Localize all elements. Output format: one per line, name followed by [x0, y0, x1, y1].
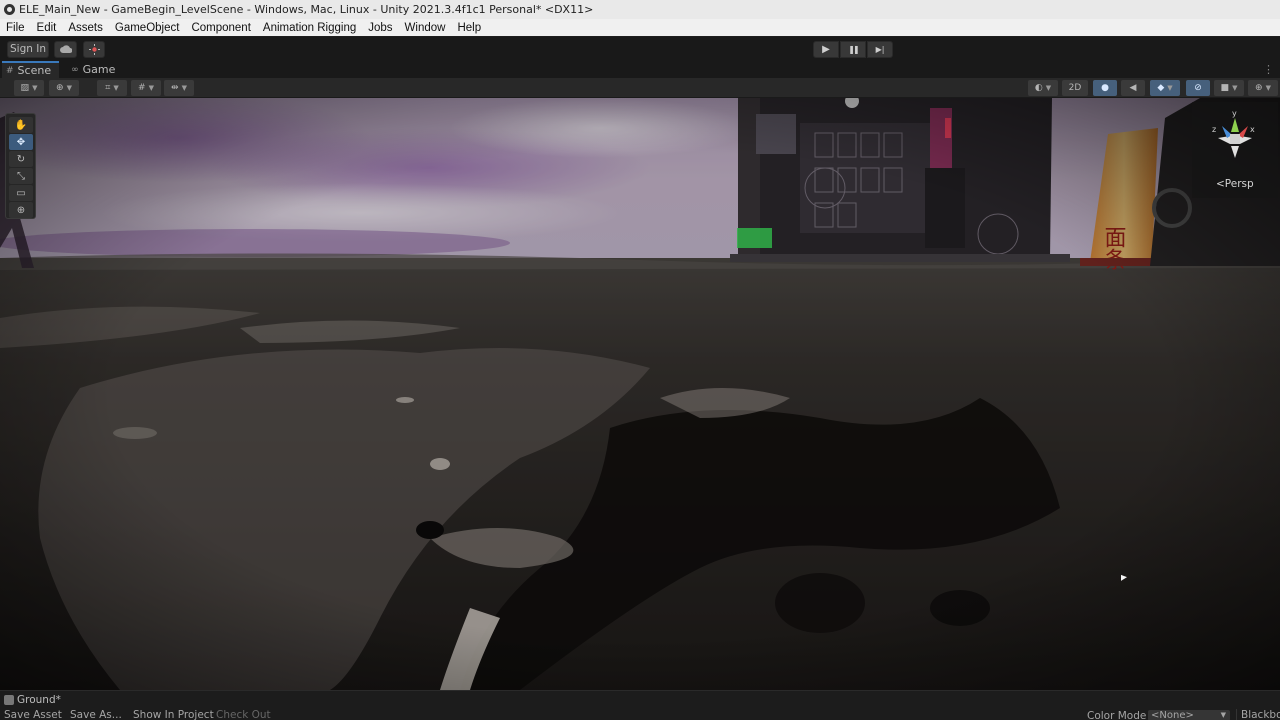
lighting-toggle[interactable]: ● — [1093, 80, 1117, 96]
scene-tab-icon: # — [6, 65, 14, 76]
y-axis-label: y — [1232, 109, 1237, 118]
step-icon: ▶| — [875, 44, 885, 54]
cloud-icon — [59, 45, 72, 53]
axis-gizmo-icon: y x z — [1212, 109, 1255, 158]
save-as-button[interactable]: Save As... — [70, 709, 122, 720]
color-mode-dropdown[interactable]: <None> ▼ — [1148, 710, 1230, 720]
menu-bar: File Edit Assets GameObject Component An… — [0, 19, 1280, 36]
menu-help[interactable]: Help — [451, 22, 487, 34]
menu-jobs[interactable]: Jobs — [362, 22, 398, 34]
inspector-title: Ground* — [4, 694, 61, 706]
more-options-icon[interactable]: ⋮ — [1263, 63, 1274, 76]
scene-viewport[interactable]: 面条 — [0, 98, 1280, 690]
scene-view-toolbar: ▨ ▼ ⊕ ▼ ⌗ ▼ # ▼ ⇹ ▼ ◐ ▼ 2D ● ◀ ◆ ▼ ⊘ ■ ▼ ⊕ ▼ — [0, 78, 1280, 98]
grid-icon: # — [138, 83, 146, 93]
show-in-project-button[interactable]: Show In Project — [133, 709, 214, 720]
effects-dropdown[interactable]: ◆ ▼ — [1150, 80, 1180, 96]
camera-dropdown[interactable]: ■ ▼ — [1214, 80, 1244, 96]
menu-assets[interactable]: Assets — [62, 22, 109, 34]
speaker-icon: ◀ — [1129, 83, 1137, 93]
scene-render: 面条 — [0, 98, 1280, 690]
play-icon: ▶ — [822, 43, 830, 55]
hidden-objects-toggle[interactable]: ⊘ — [1186, 80, 1210, 96]
check-out-button[interactable]: Check Out — [216, 709, 271, 720]
toggle-2d-button[interactable]: 2D — [1062, 80, 1088, 96]
snap-icon: ⇹ — [171, 83, 179, 93]
audio-toggle[interactable]: ◀ — [1121, 80, 1145, 96]
persp-toggle[interactable]: <Persp — [1216, 178, 1254, 190]
menu-window[interactable]: Window — [399, 22, 452, 34]
orientation-gizmo[interactable]: y x z <Persp — [1192, 102, 1278, 198]
hand-icon: ✋ — [14, 119, 28, 131]
editor-tab-bar: # Scene ∞ Game ⋮ — [0, 61, 1280, 78]
blackbody-button[interactable]: Blackbody — [1236, 709, 1280, 720]
shaded-icon: ▨ — [20, 83, 30, 93]
color-mode-label: Color Mode — [1087, 710, 1147, 720]
main-toolbar: Sign In ▶ ❚❚ ▶| — [0, 37, 1280, 61]
grid-snap-dropdown[interactable]: # ▼ — [131, 80, 161, 96]
tools-overlay: ✋ ✥ ↻ ⤡ ▭ ⊕ — [5, 113, 36, 219]
menu-gameobject[interactable]: GameObject — [109, 22, 186, 34]
material-icon — [4, 695, 14, 705]
x-axis-label: x — [1250, 125, 1255, 134]
game-tab-icon: ∞ — [71, 64, 79, 75]
effects-icon: ◆ — [1157, 83, 1165, 93]
collab-button[interactable] — [83, 40, 105, 58]
globe-icon: ⊕ — [56, 83, 64, 93]
save-asset-button[interactable]: Save Asset — [4, 709, 62, 720]
draw-mode-dropdown[interactable]: ▨ ▼ — [14, 80, 44, 96]
tab-scene-label: Scene — [17, 64, 52, 77]
move-tool-button[interactable]: ✥ — [9, 134, 33, 150]
menu-component[interactable]: Component — [185, 22, 256, 34]
shading-mode-dropdown[interactable]: ◐ ▼ — [1028, 80, 1058, 96]
pivot-dropdown[interactable]: ⌗ ▼ — [97, 80, 127, 96]
sphere-icon: ◐ — [1034, 83, 1043, 93]
title-bar: ELE_Main_New - GameBegin_LevelScene - Wi… — [0, 0, 1280, 19]
color-mode-value: <None> — [1151, 710, 1194, 720]
pause-button[interactable]: ❚❚ — [840, 40, 866, 58]
unity-logo-icon — [4, 4, 15, 15]
rect-tool-button[interactable]: ▭ — [9, 185, 33, 201]
scale-icon: ⤡ — [17, 170, 25, 182]
rotate-tool-button[interactable]: ↻ — [9, 151, 33, 167]
chevron-down-icon: ▼ — [1220, 711, 1226, 719]
rotate-icon: ↻ — [16, 153, 26, 165]
play-button[interactable]: ▶ — [813, 40, 839, 58]
transform-tool-button[interactable]: ⊕ — [9, 202, 33, 218]
hand-tool-button[interactable]: ✋ — [9, 117, 33, 133]
inspector-title-text: Ground* — [17, 694, 61, 706]
collab-icon — [88, 43, 100, 55]
gizmos-dropdown[interactable]: ⊕ ▼ — [1248, 80, 1278, 96]
z-axis-label: z — [1212, 125, 1216, 134]
camera-icon: ■ — [1220, 83, 1230, 93]
tab-game-label: Game — [82, 63, 116, 76]
rect-icon: ▭ — [16, 187, 26, 199]
pivot-icon: ⌗ — [105, 83, 111, 93]
cloud-button[interactable] — [54, 40, 77, 58]
move-icon: ✥ — [16, 136, 26, 148]
sign-in-button[interactable]: Sign In — [7, 40, 49, 58]
gizmos-icon: ⊕ — [1255, 83, 1263, 93]
tab-game[interactable]: ∞ Game — [67, 61, 123, 78]
inspector-footer: Ground* Save Asset Save As... Show In Pr… — [0, 690, 1280, 720]
step-button[interactable]: ▶| — [867, 40, 893, 58]
tab-scene[interactable]: # Scene — [2, 61, 60, 78]
pause-icon: ❚❚ — [848, 44, 859, 54]
menu-edit[interactable]: Edit — [31, 22, 63, 34]
window-title: ELE_Main_New - GameBegin_LevelScene - Wi… — [19, 3, 594, 16]
menu-file[interactable]: File — [0, 22, 31, 34]
lightbulb-icon: ● — [1101, 83, 1109, 93]
eye-hidden-icon: ⊘ — [1194, 83, 1202, 93]
increment-snap-dropdown[interactable]: ⇹ ▼ — [164, 80, 194, 96]
transform-icon: ⊕ — [16, 204, 26, 216]
scale-tool-button[interactable]: ⤡ — [9, 168, 33, 184]
global-local-dropdown[interactable]: ⊕ ▼ — [49, 80, 79, 96]
menu-animation-rigging[interactable]: Animation Rigging — [257, 22, 362, 34]
